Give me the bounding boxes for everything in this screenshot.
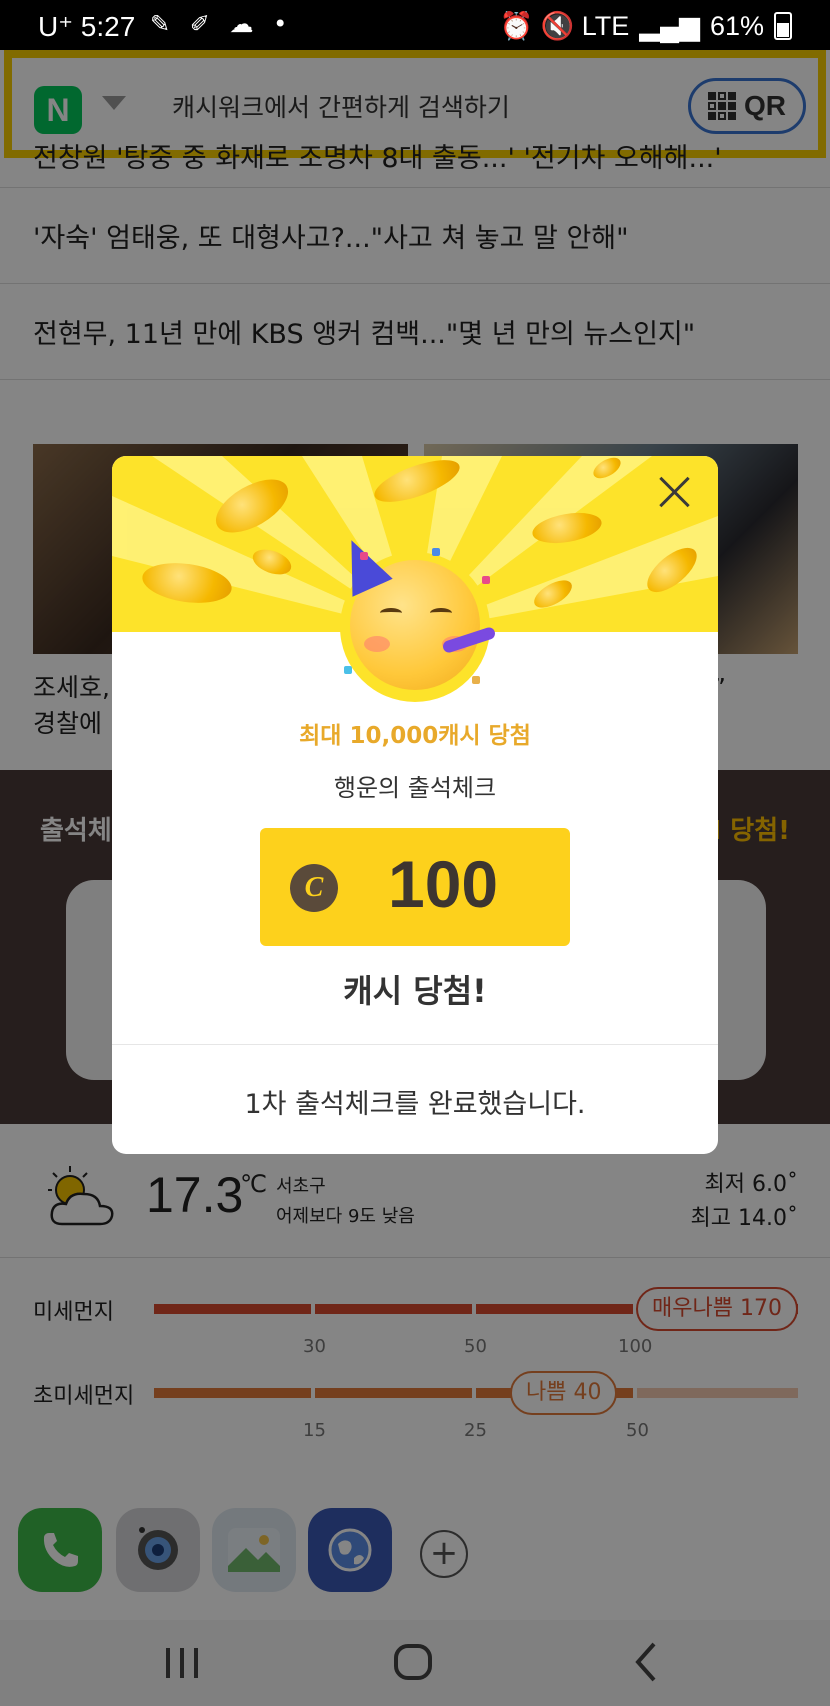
confetti (360, 552, 368, 560)
reward-title: 행운의 출석체크 (333, 774, 497, 802)
emoji-blush (364, 636, 390, 652)
confetti (344, 666, 352, 674)
notification-icons: ✎ ✐ ☁ • (150, 10, 294, 38)
close-icon[interactable] (652, 470, 696, 514)
emoji-eye (380, 608, 402, 618)
confetti (482, 576, 490, 584)
reward-subtitle: 최대 10,000캐시 당첨 (299, 723, 531, 749)
confetti (472, 676, 480, 684)
battery-percent: 61% (709, 10, 764, 41)
cash-coin-icon: C (290, 864, 338, 912)
confetti (432, 548, 440, 556)
battery-icon (774, 12, 792, 40)
status-bar: U⁺ 5:27 ✎ ✐ ☁ • ⏰ 🔇 LTE ▂▄▆ 61% (0, 0, 830, 50)
reward-footer-message: 1차 출석체크를 완료했습니다. (244, 1089, 586, 1120)
system-icons: ⏰ 🔇 LTE (499, 11, 630, 41)
reward-amount: 100 (388, 847, 499, 921)
status-carrier-time: U⁺ 5:27 (38, 11, 136, 42)
reward-win-text: 캐시 당첨! (343, 972, 487, 1010)
divider (112, 1044, 718, 1045)
reward-amount-box: C 100 (260, 828, 570, 946)
status-right: ⏰ 🔇 LTE ▂▄▆ 61% (500, 10, 792, 42)
emoji-eye (430, 608, 452, 618)
attendance-reward-dialog: 최대 10,000캐시 당첨 행운의 출석체크 C 100 캐시 당첨! 1차 … (112, 456, 718, 1154)
signal-icon: ▂▄▆ (639, 10, 700, 41)
